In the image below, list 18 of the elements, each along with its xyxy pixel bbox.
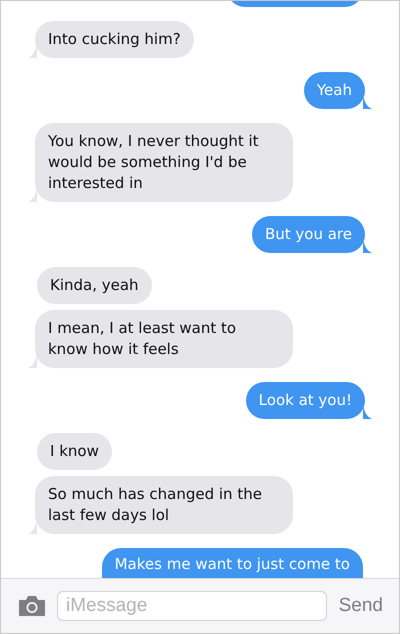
message-bubble: I mean, I at least want to know how it feels xyxy=(35,310,293,368)
message-bubble: Yeah xyxy=(304,72,365,109)
message-bubble: Into cucking him? xyxy=(35,21,194,58)
message-bubble: But you are xyxy=(252,216,365,253)
bubble-tail xyxy=(363,405,373,419)
bubble-tail xyxy=(27,188,37,202)
bubble-tail xyxy=(27,520,37,534)
message-bubble: Look at you! xyxy=(246,382,365,419)
bubble-tail xyxy=(27,44,37,58)
message-bubble: I know xyxy=(37,433,112,470)
message-bubble: You know, I never thought it would be something I'd be interested in xyxy=(35,123,293,202)
camera-icon[interactable] xyxy=(17,595,47,617)
message-field[interactable]: iMessage xyxy=(57,591,327,621)
bubble-tail xyxy=(27,354,37,368)
bubble-tail xyxy=(363,239,373,253)
message-bubble: So much has changed in the last few days lol xyxy=(35,476,293,534)
message-bubble: Kinda, yeah xyxy=(37,267,152,304)
bubble-tail xyxy=(363,95,373,109)
